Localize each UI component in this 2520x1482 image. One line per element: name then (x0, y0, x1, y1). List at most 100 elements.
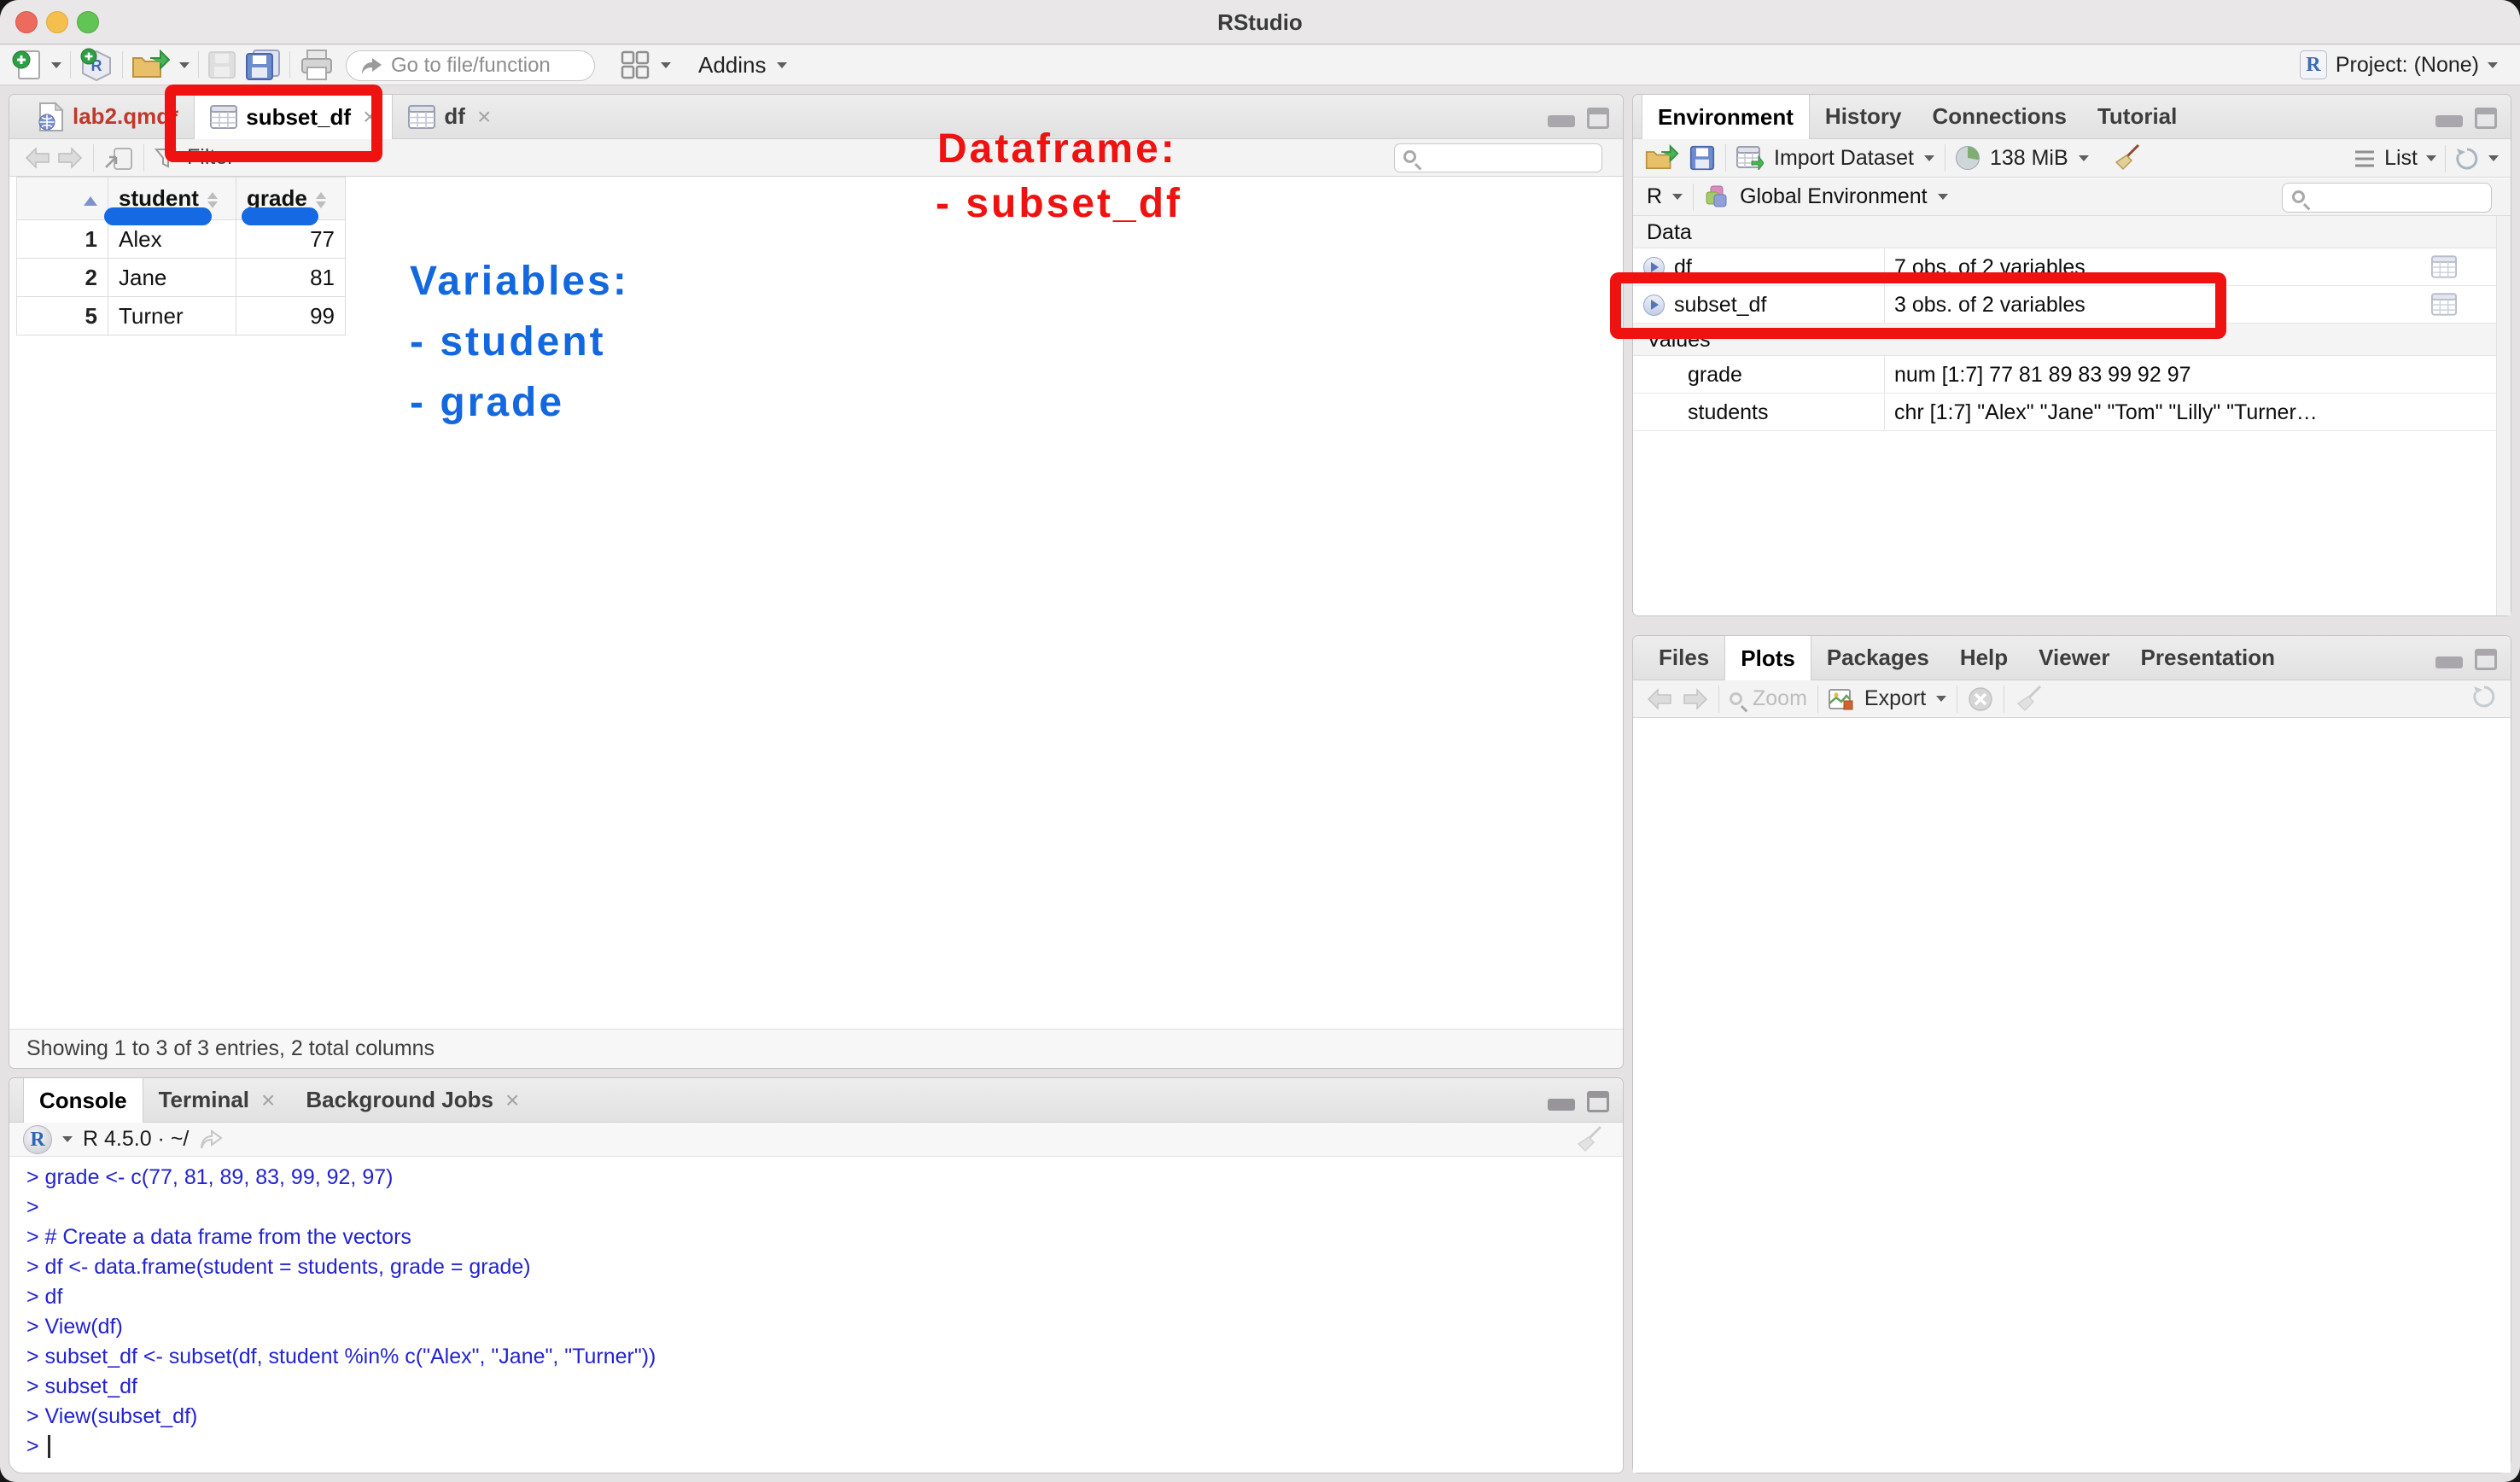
maximize-pane-icon[interactable] (2475, 108, 2497, 129)
list-view-caret[interactable] (2426, 155, 2436, 161)
scrollbar-track[interactable] (2496, 216, 2511, 616)
export-plot-button[interactable]: Export (1864, 686, 1926, 711)
console-output[interactable]: > grade <- c(77, 81, 89, 83, 99, 92, 97)… (9, 1158, 1623, 1473)
data-viewer-search-box (1394, 143, 1602, 172)
tab-viewer[interactable]: Viewer (2023, 636, 2125, 680)
minimize-pane-icon[interactable] (2435, 115, 2463, 127)
new-file-button[interactable] (12, 49, 43, 81)
load-workspace-icon[interactable] (1645, 144, 1679, 172)
remove-plot-icon[interactable] (1968, 686, 1993, 712)
toolbar-separator (1718, 686, 1719, 713)
tab-label: Console (39, 1088, 127, 1114)
tab-tutorial[interactable]: Tutorial (2082, 95, 2192, 138)
environment-search-input[interactable] (2319, 185, 2486, 210)
forward-arrow-icon[interactable] (57, 147, 83, 169)
refresh-caret[interactable] (2488, 155, 2499, 161)
refresh-plot-icon[interactable] (2471, 684, 2497, 709)
zoom-plot-button[interactable]: Zoom (1753, 686, 1807, 711)
view-table-icon[interactable] (2431, 293, 2457, 316)
r-version-dropdown-caret[interactable] (62, 1136, 73, 1142)
clear-objects-broom-icon[interactable] (2113, 143, 2142, 172)
annotation-dataframe-item: - subset_df (936, 180, 1182, 227)
environment-selector[interactable]: Global Environment (1740, 184, 1928, 209)
goto-file-function-input[interactable] (391, 54, 586, 78)
tab-terminal[interactable]: Terminal × (143, 1078, 291, 1122)
console-line: > View(df) (26, 1312, 1623, 1342)
environment-value-row[interactable]: students chr [1:7] "Alex" "Jane" "Tom" "… (1633, 394, 2496, 431)
source-pane: lab2.qmd* subset_df × df × (9, 94, 1624, 1069)
open-in-new-window-icon[interactable] (104, 145, 133, 171)
previous-plot-icon[interactable] (1647, 688, 1672, 710)
back-arrow-icon[interactable] (25, 147, 50, 169)
tab-console[interactable]: Console (23, 1078, 143, 1123)
section-header-data: Data (1633, 216, 2496, 248)
save-workspace-icon[interactable] (1689, 145, 1715, 171)
console-prompt-line[interactable]: > (26, 1432, 1623, 1462)
clear-all-plots-broom-icon[interactable] (2015, 685, 2044, 714)
open-file-button[interactable] (131, 50, 171, 80)
table-row[interactable]: 5 Turner 99 (17, 297, 346, 335)
refresh-icon[interactable] (2454, 146, 2480, 172)
import-dataset-button[interactable]: Import Dataset (1774, 146, 1914, 171)
table-status-bar: Showing 1 to 3 of 3 entries, 2 total col… (9, 1029, 1623, 1068)
close-tab-icon[interactable]: × (505, 1087, 519, 1114)
tab-connections[interactable]: Connections (1917, 95, 2082, 138)
close-tab-icon[interactable]: × (477, 103, 491, 131)
language-selector[interactable]: R (1647, 184, 1662, 209)
table-row[interactable]: 2 Jane 81 (17, 259, 346, 297)
console-line: > df <- data.frame(student = students, g… (26, 1252, 1623, 1282)
new-project-button[interactable]: R (79, 48, 114, 82)
maximize-pane-icon[interactable] (2475, 649, 2497, 670)
import-dataset-caret[interactable] (1924, 155, 1934, 161)
addins-dropdown-caret[interactable] (777, 62, 787, 68)
row-number-header[interactable] (17, 178, 108, 220)
list-view-icon (2354, 149, 2376, 169)
project-menu-button[interactable]: R Project: (None) (2300, 45, 2498, 85)
tab-files[interactable]: Files (1643, 636, 1724, 680)
share-arrow-icon[interactable] (199, 1129, 223, 1150)
tab-background-jobs[interactable]: Background Jobs × (290, 1078, 534, 1122)
maximize-pane-icon[interactable] (1587, 108, 1609, 129)
language-caret[interactable] (1672, 194, 1683, 200)
close-tab-icon[interactable]: × (261, 1087, 275, 1114)
addins-button[interactable]: Addins (698, 52, 767, 79)
toolbar-separator (2445, 145, 2446, 172)
export-plot-caret[interactable] (1936, 696, 1946, 702)
new-file-dropdown-caret[interactable] (51, 62, 61, 68)
tab-environment[interactable]: Environment (1642, 95, 1810, 139)
environment-value-row[interactable]: grade num [1:7] 77 81 89 83 99 92 97 (1633, 356, 2496, 394)
clear-console-broom-icon[interactable] (1575, 1125, 1604, 1154)
qmd-file-icon (37, 102, 64, 132)
tab-help[interactable]: Help (1945, 636, 2023, 680)
search-icon (2292, 190, 2305, 203)
save-button[interactable] (207, 50, 236, 79)
environment-selector-caret[interactable] (1938, 194, 1948, 200)
tab-plots[interactable]: Plots (1724, 636, 1811, 680)
minimize-pane-icon[interactable] (2435, 656, 2463, 668)
print-button[interactable] (299, 49, 335, 81)
toolbar-separator (122, 51, 123, 79)
zoom-plot-icon[interactable] (1730, 692, 1742, 705)
table-row[interactable]: 1 Alex 77 (17, 220, 346, 259)
import-dataset-icon (1736, 146, 1764, 170)
tab-packages[interactable]: Packages (1811, 636, 1945, 680)
pane-layout-button[interactable] (620, 50, 650, 80)
tab-df-viewer[interactable]: df × (393, 95, 506, 138)
data-table-icon (408, 105, 435, 129)
save-all-button[interactable] (245, 49, 281, 81)
list-view-button[interactable]: List (2384, 146, 2418, 171)
memory-usage-caret[interactable] (2079, 155, 2089, 161)
plot-display-area (1633, 718, 2511, 1473)
maximize-pane-icon[interactable] (1587, 1091, 1609, 1112)
toolbar-separator (289, 51, 290, 79)
memory-usage-button[interactable]: 138 MiB (1990, 146, 2068, 171)
tab-presentation[interactable]: Presentation (2126, 636, 2291, 680)
data-viewer-search-input[interactable] (1429, 146, 1596, 170)
open-file-dropdown-caret[interactable] (179, 62, 190, 68)
tab-history[interactable]: History (1810, 95, 1917, 138)
minimize-pane-icon[interactable] (1548, 1099, 1575, 1111)
minimize-pane-icon[interactable] (1548, 115, 1575, 127)
view-table-icon[interactable] (2431, 255, 2457, 278)
next-plot-icon[interactable] (1683, 688, 1708, 710)
pane-layout-dropdown-caret[interactable] (661, 62, 671, 68)
